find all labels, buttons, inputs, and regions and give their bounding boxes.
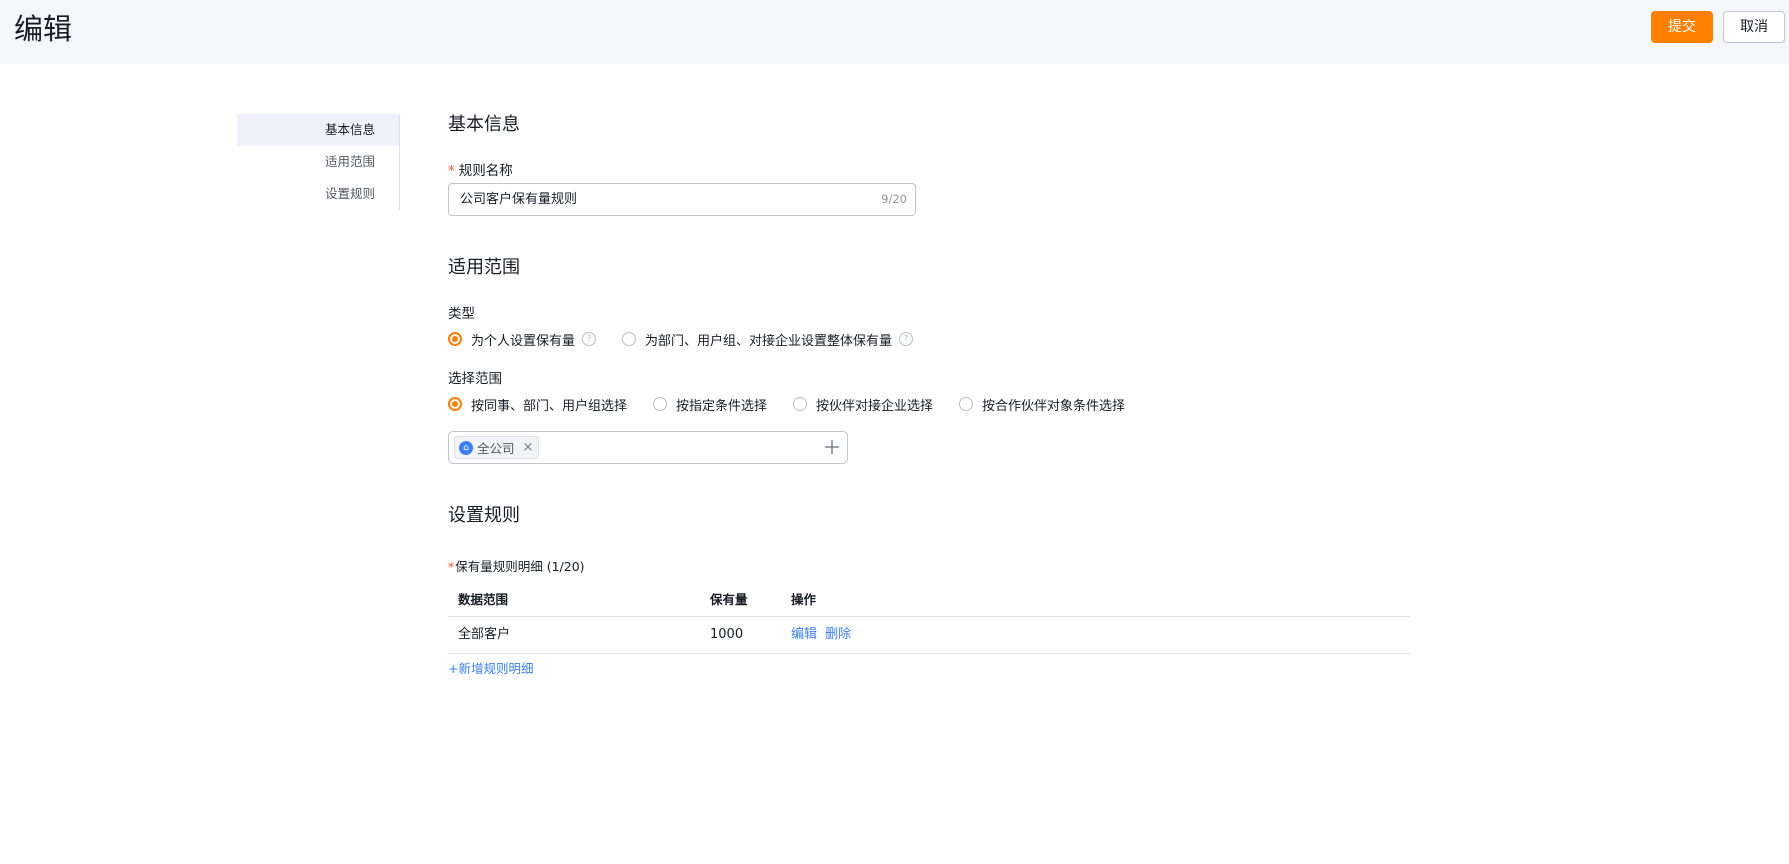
cell-actions: 编辑 删除 (791, 617, 851, 653)
section-title-scope: 适用范围 (448, 257, 520, 278)
rule-detail-label-text: 保有量规则明细 (1/20) (455, 559, 585, 574)
required-marker: * (448, 559, 455, 574)
range-option-partner-company[interactable]: 按伙伴对接企业选择 (793, 395, 933, 414)
edit-link[interactable]: 编辑 (791, 627, 817, 642)
table-header-row: 数据范围 保有量 操作 (448, 584, 1410, 617)
type-radio-group: 为个人设置保有量 ? 为部门、用户组、对接企业设置整体保有量 ? (448, 329, 939, 349)
cell-range: 全部客户 (458, 627, 511, 642)
cancel-button[interactable]: 取消 (1723, 11, 1785, 43)
add-rule-detail-link[interactable]: +新增规则明细 (448, 658, 533, 677)
scope-tag: ⌂ 全公司 × (454, 436, 540, 459)
scope-tag-label: 全公司 (477, 441, 515, 456)
column-header-actions: 操作 (791, 592, 817, 607)
section-nav: 基本信息 适用范围 设置规则 (237, 114, 400, 210)
cell-amount: 1000 (710, 627, 744, 642)
radio-unchecked-icon (959, 397, 974, 411)
range-radio-group: 按同事、部门、用户组选择 按指定条件选择 按伙伴对接企业选择 按合作伙伴对象条件… (448, 394, 1151, 414)
range-option-partner-object[interactable]: 按合作伙伴对象条件选择 (959, 395, 1125, 414)
type-label: 类型 (448, 306, 475, 322)
type-option-group[interactable]: 为部门、用户组、对接企业设置整体保有量 ? (622, 330, 914, 349)
table-row: 全部客户 1000 编辑 删除 (448, 617, 1410, 654)
scope-selector[interactable]: ⌂ 全公司 × (448, 431, 848, 464)
column-header-range: 数据范围 (458, 592, 509, 607)
rule-name-value: 公司客户保有量规则 (460, 192, 578, 207)
radio-checked-icon (448, 332, 462, 346)
nav-item-rules[interactable]: 设置规则 (237, 178, 399, 210)
section-title-rules: 设置规则 (448, 505, 520, 526)
help-icon[interactable]: ? (582, 332, 597, 346)
rule-name-label-text: 规则名称 (458, 163, 513, 179)
page-header: 编辑 提交 取消 (0, 0, 1789, 64)
range-option-label: 按同事、部门、用户组选择 (471, 398, 628, 414)
rule-name-char-count: 9/20 (881, 192, 907, 206)
range-option-label: 按伙伴对接企业选择 (816, 398, 934, 414)
column-header-amount: 保有量 (710, 592, 748, 607)
type-option-personal[interactable]: 为个人设置保有量 ? (448, 330, 597, 349)
range-option-condition[interactable]: 按指定条件选择 (653, 395, 767, 414)
range-option-label: 按合作伙伴对象条件选择 (982, 398, 1126, 414)
page-title: 编辑 (14, 12, 73, 46)
nav-item-basic-info[interactable]: 基本信息 (237, 114, 399, 146)
section-title-basic: 基本信息 (448, 114, 520, 135)
delete-link[interactable]: 删除 (825, 627, 851, 642)
close-icon[interactable]: × (523, 440, 534, 455)
type-option-label: 为部门、用户组、对接企业设置整体保有量 (645, 333, 893, 349)
radio-checked-icon (448, 397, 462, 411)
rule-detail-label: *保有量规则明细 (1/20) (448, 556, 585, 575)
range-label: 选择范围 (448, 371, 502, 387)
rule-detail-table: 数据范围 保有量 操作 全部客户 1000 编辑 删除 (448, 584, 1410, 654)
rule-name-label: * 规则名称 (448, 159, 513, 179)
range-option-colleague[interactable]: 按同事、部门、用户组选择 (448, 395, 627, 414)
radio-unchecked-icon (653, 397, 668, 411)
required-marker: * (448, 163, 455, 179)
help-icon[interactable]: ? (899, 332, 914, 346)
submit-button[interactable]: 提交 (1651, 11, 1713, 43)
organization-icon: ⌂ (459, 440, 473, 455)
nav-item-scope[interactable]: 适用范围 (237, 146, 399, 178)
type-option-label: 为个人设置保有量 (471, 333, 576, 349)
radio-unchecked-icon (793, 397, 808, 411)
radio-unchecked-icon (622, 332, 637, 346)
plus-icon[interactable] (823, 438, 841, 456)
range-option-label: 按指定条件选择 (676, 398, 768, 414)
rule-name-input[interactable]: 公司客户保有量规则 9/20 (448, 183, 916, 216)
